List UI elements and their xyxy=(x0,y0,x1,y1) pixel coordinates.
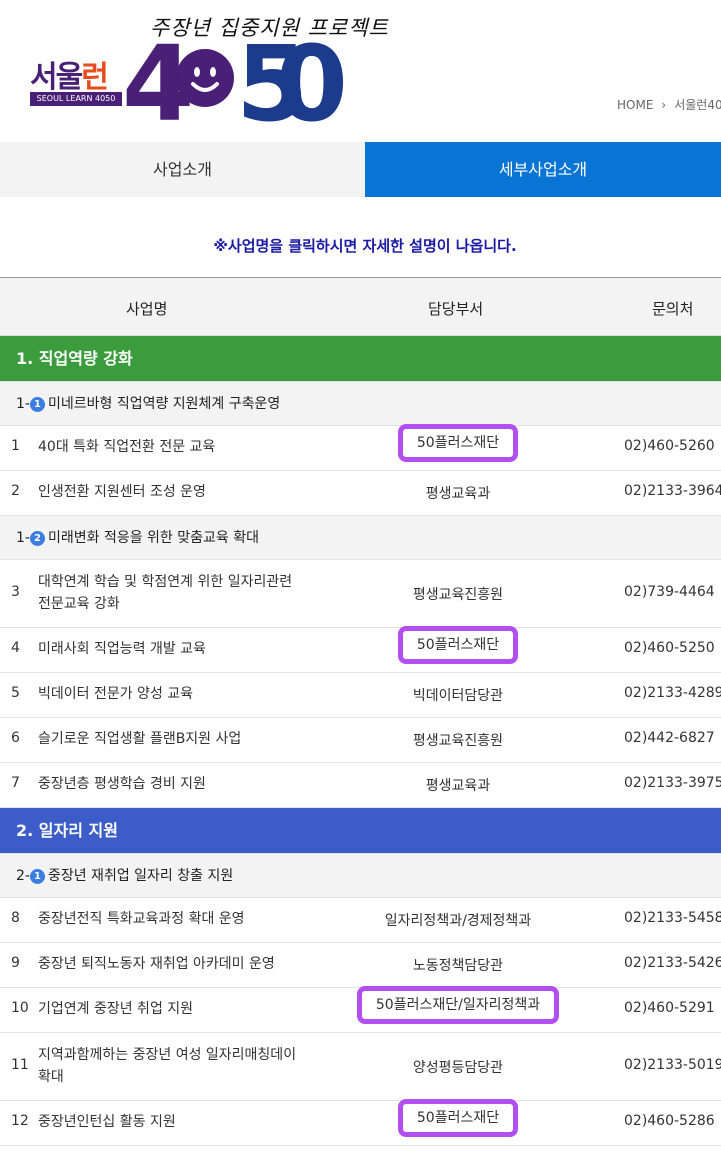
header-name: 사업명 xyxy=(126,300,168,318)
table-row[interactable]: 12 중장년인턴십 활동 지원 50플러스재단 02)460-5286 xyxy=(0,1099,721,1146)
business-name-link[interactable]: 슬기로운 직업생활 플랜B지원 사업 xyxy=(38,728,298,750)
table-row[interactable]: 5 빅데이터 전문가 양성 교육 빅데이터담당관 02)2133-4289 xyxy=(0,673,721,718)
breadcrumb-current[interactable]: 서울런4050 xyxy=(674,98,721,112)
business-name-link[interactable]: 중장년인턴십 활동 지원 xyxy=(38,1111,298,1133)
table-row[interactable]: 4 미래사회 직업능력 개발 교육 50플러스재단 02)460-5250 xyxy=(0,626,721,673)
logo-smiley-face xyxy=(176,49,234,107)
business-name-link[interactable]: 기업연계 중장년 취업 지원 xyxy=(38,998,298,1020)
logo-4050-mark[interactable]: 4 50 xyxy=(122,28,352,128)
business-name-link[interactable]: 인생전환 지원센터 조성 운영 xyxy=(38,481,298,503)
table-row[interactable]: 8 중장년전직 특화교육과정 확대 운영 일자리정책과/경제정책과 02)213… xyxy=(0,898,721,943)
click-notice: ※사업명을 클릭하시면 자세한 설명이 나옵니다. xyxy=(213,237,517,255)
site-header: 주장년 집중지원 프로젝트 서울런 SEOUL LEARN 4050 4 50 … xyxy=(0,0,721,142)
subcategory-header: 1- 1 미네르바형 직업역량 지원체계 구축운영 xyxy=(0,382,721,426)
subcategory-header: 1- 2 미래변화 적응을 위한 맞춤교육 확대 xyxy=(0,516,721,560)
table-row[interactable]: 10 기업연계 중장년 취업 지원 50플러스재단/일자리정책과 02)460-… xyxy=(0,986,721,1033)
table-row[interactable]: 2 인생전환 지원센터 조성 운영 평생교육과 02)2133-3964 xyxy=(0,471,721,516)
number-circle-icon: 1 xyxy=(29,869,45,884)
highlighted-dept: 50플러스재단/일자리정책과 xyxy=(356,986,560,1024)
header-dept: 담당부서 xyxy=(428,300,484,318)
business-name-link[interactable]: 지역과함께하는 중장년 여성 일자리매칭데이 확대 xyxy=(38,1044,298,1088)
logo-subtitle: SEOUL LEARN 4050 xyxy=(30,92,122,106)
table-row[interactable]: 7 중장년층 평생학습 경비 지원 평생교육과 02)2133-3975 xyxy=(0,763,721,808)
table-row[interactable]: 6 슬기로운 직업생활 플랜B지원 사업 평생교육진흥원 02)442-6827 xyxy=(0,718,721,763)
table-row[interactable]: 3 대학연계 학습 및 학점연계 위한 일자리관련 전문교육 강화 평생교육진흥… xyxy=(0,560,721,628)
number-circle-icon: 2 xyxy=(29,531,45,546)
business-name-link[interactable]: 빅데이터 전문가 양성 교육 xyxy=(38,683,298,705)
logo-digits-50: 50 xyxy=(236,28,348,128)
logo-text-b: 런 xyxy=(81,60,109,95)
header-tel: 문의처 xyxy=(652,300,694,318)
tab-business-intro[interactable]: 사업소개 xyxy=(0,142,365,197)
tab-bar: 사업소개 세부사업소개 xyxy=(0,142,721,197)
table-row[interactable]: 1 40대 특화 직업전환 전문 교육 50플러스재단 02)460-5260 xyxy=(0,424,721,471)
logo-text[interactable]: 서울런 xyxy=(30,52,109,96)
subcategory-header: 2- 1 중장년 재취업 일자리 창출 지원 xyxy=(0,854,721,898)
highlighted-dept: 50플러스재단 xyxy=(397,1099,519,1137)
table-header: 사업명 담당부서 문의처 xyxy=(0,277,721,336)
tab-detail-business-intro[interactable]: 세부사업소개 xyxy=(365,142,721,197)
business-name-link[interactable]: 중장년층 평생학습 경비 지원 xyxy=(38,773,298,795)
breadcrumb-home[interactable]: HOME xyxy=(617,98,653,112)
category-header: 2. 일자리 지원 xyxy=(0,808,721,854)
business-name-link[interactable]: 대학연계 학습 및 학점연계 위한 일자리관련 전문교육 강화 xyxy=(38,571,298,615)
business-name-link[interactable]: 미래사회 직업능력 개발 교육 xyxy=(38,638,298,660)
business-table: 사업명 담당부서 문의처 1. 직업역량 강화 1- 1 미네르바형 직업역량 지원… xyxy=(0,277,721,1146)
category-header: 1. 직업역량 강화 xyxy=(0,336,721,382)
highlighted-dept: 50플러스재단 xyxy=(397,626,519,664)
number-circle-icon: 1 xyxy=(29,397,45,412)
business-name-link[interactable]: 중장년전직 특화교육과정 확대 운영 xyxy=(38,908,298,930)
logo-text-a: 서울 xyxy=(30,60,83,95)
table-row[interactable]: 9 중장년 퇴직노동자 재취업 아카데미 운영 노동정책담당관 02)2133-… xyxy=(0,943,721,988)
business-name-link[interactable]: 40대 특화 직업전환 전문 교육 xyxy=(38,436,298,458)
chevron-right-icon: › xyxy=(661,98,667,112)
business-name-link[interactable]: 중장년 퇴직노동자 재취업 아카데미 운영 xyxy=(38,953,298,975)
table-row[interactable]: 11 지역과함께하는 중장년 여성 일자리매칭데이 확대 양성평등담당관 02)… xyxy=(0,1033,721,1101)
highlighted-dept: 50플러스재단 xyxy=(397,424,519,462)
breadcrumb: HOME › 서울런4050 xyxy=(617,96,721,113)
